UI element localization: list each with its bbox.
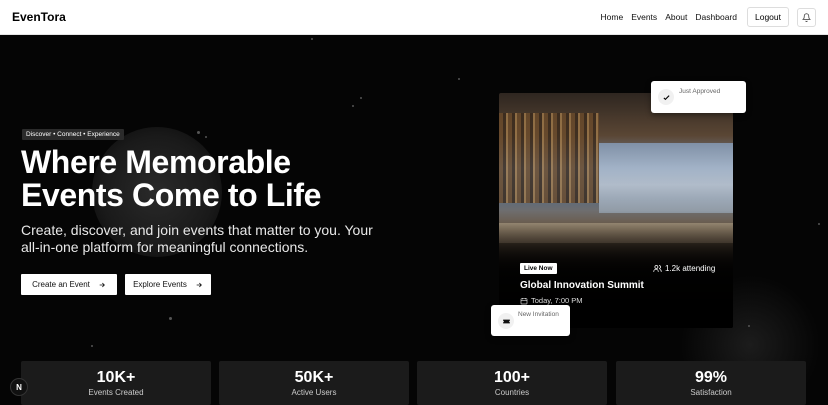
decorative-dot	[360, 97, 362, 99]
live-badge: Live Now	[520, 263, 557, 274]
framework-badge[interactable]: N	[10, 378, 28, 396]
stat-value: 100+	[493, 369, 531, 386]
create-event-button[interactable]: Create an Event	[21, 274, 117, 295]
invitation-notification: New Invitation	[491, 305, 570, 336]
stat-value: 50K+	[294, 369, 334, 386]
hero-subtext: Create, discover, and join events that m…	[21, 222, 373, 255]
stat-events-created: 10K+ Events Created	[21, 361, 211, 405]
check-icon-circle	[658, 89, 674, 105]
approved-text: Just Approved	[679, 88, 721, 95]
stat-label: Events Created	[88, 388, 144, 397]
stat-label: Countries	[494, 388, 530, 397]
stat-label: Satisfaction	[690, 388, 732, 397]
decorative-dot	[205, 136, 207, 138]
tagline-badge: Discover • Connect • Experience	[22, 129, 124, 140]
logo[interactable]: EvenTora	[12, 10, 66, 24]
nav-links: Home Events About Dashboard Logout	[601, 7, 816, 27]
invitation-text: New Invitation	[518, 311, 559, 318]
decorative-dot	[458, 78, 460, 80]
check-icon	[662, 94, 670, 100]
explore-events-label: Explore Events	[133, 280, 187, 289]
ticket-icon	[502, 319, 510, 323]
stat-value: 99%	[694, 369, 728, 386]
users-icon	[653, 265, 662, 272]
event-time-label: Today, 7:00 PM	[531, 296, 583, 305]
logout-button[interactable]: Logout	[747, 7, 789, 27]
attending-count: 1.2k attending	[653, 264, 715, 273]
decorative-dot	[748, 325, 750, 327]
notifications-button[interactable]	[797, 7, 816, 27]
decorative-dot	[352, 105, 354, 107]
stat-active-users: 50K+ Active Users	[219, 361, 409, 405]
stat-satisfaction: 99% Satisfaction	[616, 361, 806, 405]
nav-link-dashboard[interactable]: Dashboard	[695, 12, 737, 22]
arrow-right-icon	[196, 282, 202, 287]
stat-countries: 100+ Countries	[417, 361, 607, 405]
explore-events-button[interactable]: Explore Events	[125, 274, 211, 295]
hero-section: Discover • Connect • Experience Where Me…	[0, 35, 828, 405]
decorative-dot	[91, 345, 93, 347]
navbar: EvenTora Home Events About Dashboard Log…	[0, 0, 828, 35]
card-overlay	[499, 93, 733, 328]
featured-event-card[interactable]: Live Now 1.2k attending Global Innovatio…	[499, 93, 733, 328]
nav-link-about[interactable]: About	[665, 12, 687, 22]
stat-value: 10K+	[96, 369, 136, 386]
nav-link-home[interactable]: Home	[601, 12, 624, 22]
create-event-label: Create an Event	[32, 280, 90, 289]
decorative-dot	[197, 131, 200, 134]
arrow-right-icon	[99, 282, 105, 287]
hero-headline: Where Memorable Events Come to Life	[21, 144, 322, 213]
stat-label: Active Users	[291, 388, 337, 397]
calendar-icon	[520, 297, 528, 304]
decorative-dot	[311, 38, 313, 40]
attending-label: 1.2k attending	[665, 264, 716, 273]
nav-link-events[interactable]: Events	[631, 12, 657, 22]
decorative-dot	[169, 317, 172, 320]
bell-icon	[802, 12, 811, 22]
decorative-dot	[818, 223, 820, 225]
ticket-icon-circle	[498, 313, 514, 329]
approved-notification: Just Approved	[651, 81, 746, 113]
event-title: Global Innovation Summit	[520, 280, 644, 291]
event-time: Today, 7:00 PM	[520, 296, 583, 305]
